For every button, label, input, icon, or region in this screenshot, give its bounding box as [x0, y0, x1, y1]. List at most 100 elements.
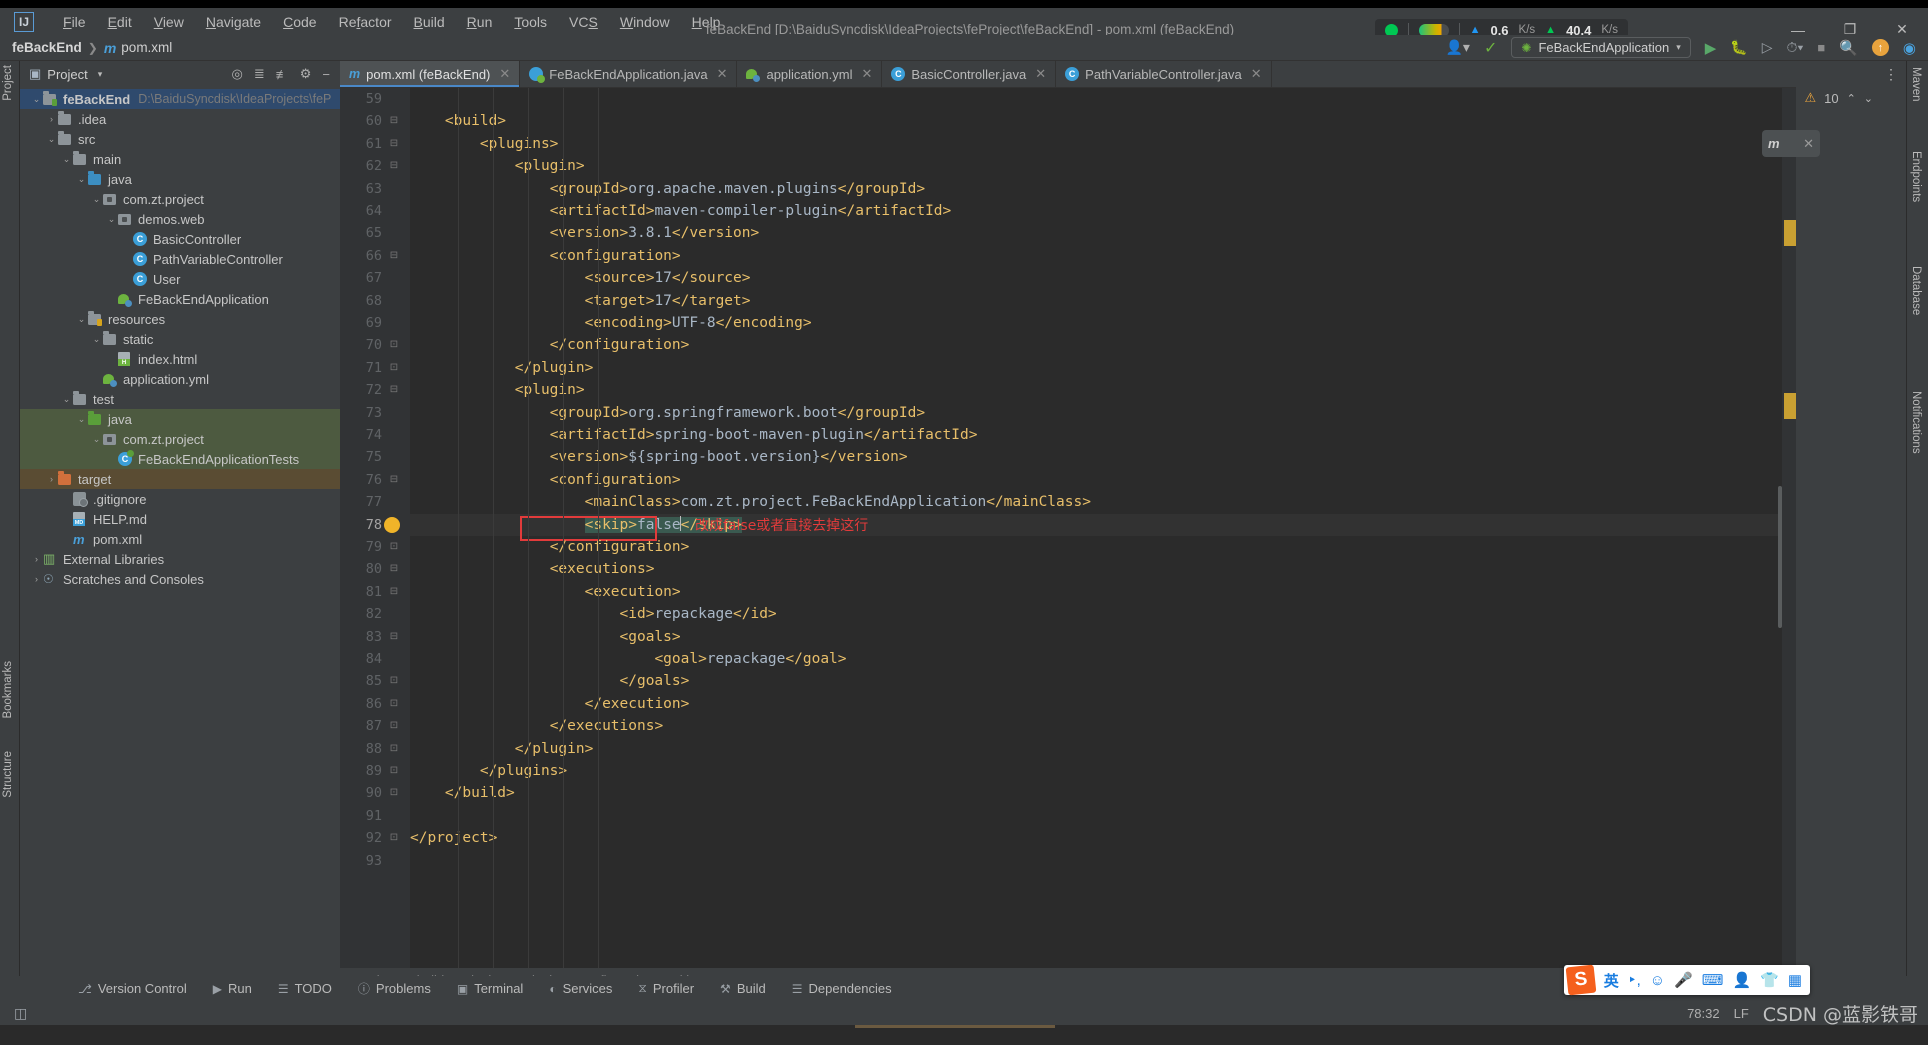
code-fold-toggle-icon[interactable]: ⊟ [388, 245, 400, 267]
code-line-84[interactable]: <goal>repackage</goal> [410, 648, 1796, 670]
build-hammer-icon[interactable]: ✓ [1484, 38, 1497, 58]
tool-button-terminal[interactable]: ▣ Terminal [457, 981, 523, 996]
code-line-85[interactable]: </goals> [410, 670, 1796, 692]
code-fold-toggle-icon[interactable]: ⊡ [388, 536, 400, 558]
tree-node-com-zt-project[interactable]: ⌄ com.zt.project [20, 429, 340, 449]
code-line-78[interactable]: <skip>false</skip> 改成false或者直接去掉这行 [410, 513, 1796, 541]
user-avatar-icon[interactable]: 👤▾ [1446, 39, 1470, 56]
run-configuration-selector[interactable]: FeBackEndApplication [1538, 40, 1669, 55]
code-fold-toggle-icon[interactable]: ⊡ [388, 782, 400, 804]
chevron-down-icon[interactable]: ⌄ [60, 394, 73, 405]
tree-node-static[interactable]: ⌄ static [20, 329, 340, 349]
project-tree[interactable]: ⌄ feBackEnd D:\BaiduSyncdisk\IdeaProjects\… [20, 87, 340, 972]
locate-icon[interactable]: ◎ [232, 66, 243, 82]
editor-tab-pom-xml-febackend-[interactable]: m pom.xml (feBackEnd) ✕ [340, 61, 521, 87]
close-tab-icon[interactable]: ✕ [861, 66, 872, 82]
chevron-down-icon[interactable]: ⌄ [90, 194, 103, 205]
tree-node--gitignore[interactable]: .gitignore [20, 489, 340, 509]
code-line-72[interactable]: <plugin> [410, 379, 1796, 401]
ai-assistant-icon[interactable]: ◉ [1903, 39, 1916, 57]
stripe-marker[interactable] [1784, 393, 1796, 419]
tree-node-external-libraries[interactable]: › ▥ External Libraries [20, 549, 340, 569]
tree-node-febackendapplicationtests[interactable]: C FeBackEndApplicationTests [20, 449, 340, 469]
tree-node-pathvariablecontroller[interactable]: C PathVariableController [20, 249, 340, 269]
code-line-89[interactable]: </plugins> [410, 760, 1796, 782]
tool-button-build[interactable]: ⚒ Build [720, 981, 766, 996]
sidebar-item-bookmarks[interactable]: Bookmarks [2, 661, 14, 719]
tree-node-test[interactable]: ⌄ test [20, 389, 340, 409]
debug-button[interactable]: 🐛 [1730, 39, 1747, 56]
editor-scrollbar-thumb[interactable] [1778, 486, 1782, 628]
code-line-86[interactable]: </execution> [410, 693, 1796, 715]
code-line-87[interactable]: </executions> [410, 715, 1796, 737]
menu-item-refactor[interactable]: Refactor [328, 11, 403, 33]
updates-icon[interactable]: ↑ [1871, 39, 1889, 56]
os-taskbar[interactable] [0, 1025, 1928, 1045]
sidebar-item-maven[interactable]: Maven [1910, 67, 1922, 102]
tool-button-dependencies[interactable]: ☰ Dependencies [792, 981, 892, 996]
gear-icon[interactable]: ⚙ [300, 66, 312, 82]
code-fold-toggle-icon[interactable]: ⊟ [388, 581, 400, 603]
code-line-93[interactable] [410, 850, 1796, 872]
chevron-right-icon[interactable]: › [30, 554, 43, 564]
code-fold-toggle-icon[interactable]: ⊡ [388, 670, 400, 692]
menu-item-code[interactable]: Code [272, 11, 327, 33]
sidebar-item-database[interactable]: Database [1910, 266, 1922, 315]
sogou-logo-icon[interactable]: S [1565, 964, 1597, 996]
code-line-83[interactable]: <goals> [410, 626, 1796, 648]
code-line-80[interactable]: <executions> [410, 558, 1796, 580]
close-tab-icon[interactable]: ✕ [499, 66, 510, 82]
code-line-92[interactable]: </project> [410, 827, 1796, 849]
code-fold-toggle-icon[interactable]: ⊡ [388, 357, 400, 379]
editor-tab-application-yml[interactable]: application.yml ✕ [737, 61, 883, 87]
tree-node-main[interactable]: ⌄ main [20, 149, 340, 169]
code-line-67[interactable]: <source>17</source> [410, 267, 1796, 289]
chevron-down-icon[interactable]: ⌄ [75, 414, 88, 425]
tree-node-index-html[interactable]: index.html [20, 349, 340, 369]
code-fold-toggle-icon[interactable]: ⊟ [388, 155, 400, 177]
chevron-down-icon[interactable]: ▾ [1676, 42, 1681, 53]
maven-reload-icon[interactable]: m [1768, 136, 1780, 151]
code-line-88[interactable]: </plugin> [410, 738, 1796, 760]
chevron-right-icon[interactable]: › [45, 474, 58, 484]
menu-item-view[interactable]: View [143, 11, 195, 33]
chevron-down-icon[interactable]: ⌄ [75, 174, 88, 185]
code-line-65[interactable]: <version>3.8.1</version> [410, 222, 1796, 244]
chevron-right-icon[interactable]: › [45, 114, 58, 124]
mic-icon[interactable]: 🎤 [1674, 971, 1693, 989]
code-line-77[interactable]: <mainClass>com.zt.project.FeBackEndAppli… [410, 491, 1796, 513]
tree-node-user[interactable]: C User [20, 269, 340, 289]
code-line-60[interactable]: <build> [410, 110, 1796, 132]
tree-node-resources[interactable]: ⌄ resources [20, 309, 340, 329]
editor-tab-febackendapplication-java[interactable]: FeBackEndApplication.java ✕ [520, 61, 738, 87]
tree-node-febackend[interactable]: ⌄ feBackEnd D:\BaiduSyncdisk\IdeaProjects\… [20, 89, 340, 109]
code-fold-toggle-icon[interactable]: ⊡ [388, 693, 400, 715]
emoji-icon[interactable]: ☺ [1650, 972, 1665, 989]
sidebar-item-project[interactable]: Project [2, 65, 14, 101]
navbar-file[interactable]: pom.xml [121, 40, 172, 55]
close-tab-icon[interactable]: ✕ [717, 66, 728, 82]
code-fold-toggle-icon[interactable]: ⊟ [388, 133, 400, 155]
tree-node-com-zt-project[interactable]: ⌄ com.zt.project [20, 189, 340, 209]
punctuation-icon[interactable]: ‣, [1628, 971, 1641, 989]
code-line-71[interactable]: </plugin> [410, 357, 1796, 379]
code-line-90[interactable]: </build> [410, 782, 1796, 804]
code-fold-toggle-icon[interactable]: ⊡ [388, 738, 400, 760]
sidebar-item-notifications[interactable]: Notifications [1910, 391, 1922, 454]
code-line-63[interactable]: <groupId>org.apache.maven.plugins</group… [410, 178, 1796, 200]
tree-node-src[interactable]: ⌄ src [20, 129, 340, 149]
caret-position[interactable]: 78:32 [1687, 1006, 1720, 1021]
code-line-68[interactable]: <target>17</target> [410, 290, 1796, 312]
editor-tab-pathvariablecontroller-java[interactable]: C PathVariableController.java ✕ [1056, 61, 1272, 87]
tool-button-run[interactable]: ▶ Run [213, 981, 252, 996]
menu-item-edit[interactable]: Edit [97, 11, 143, 33]
editor-options-kebab-icon[interactable]: ⋮ [1884, 66, 1898, 83]
tree-node-java[interactable]: ⌄ java [20, 169, 340, 189]
close-tab-icon[interactable]: ✕ [1251, 66, 1262, 82]
tree-node-application-yml[interactable]: application.yml [20, 369, 340, 389]
code-fold-toggle-icon[interactable]: ⊟ [388, 626, 400, 648]
editor-tab-basiccontroller-java[interactable]: C BasicController.java ✕ [882, 61, 1057, 87]
tool-button-version-control[interactable]: ⎇ Version Control [78, 981, 187, 996]
code-line-76[interactable]: <configuration> [410, 469, 1796, 491]
code-line-73[interactable]: <groupId>org.springframework.boot</group… [410, 402, 1796, 424]
